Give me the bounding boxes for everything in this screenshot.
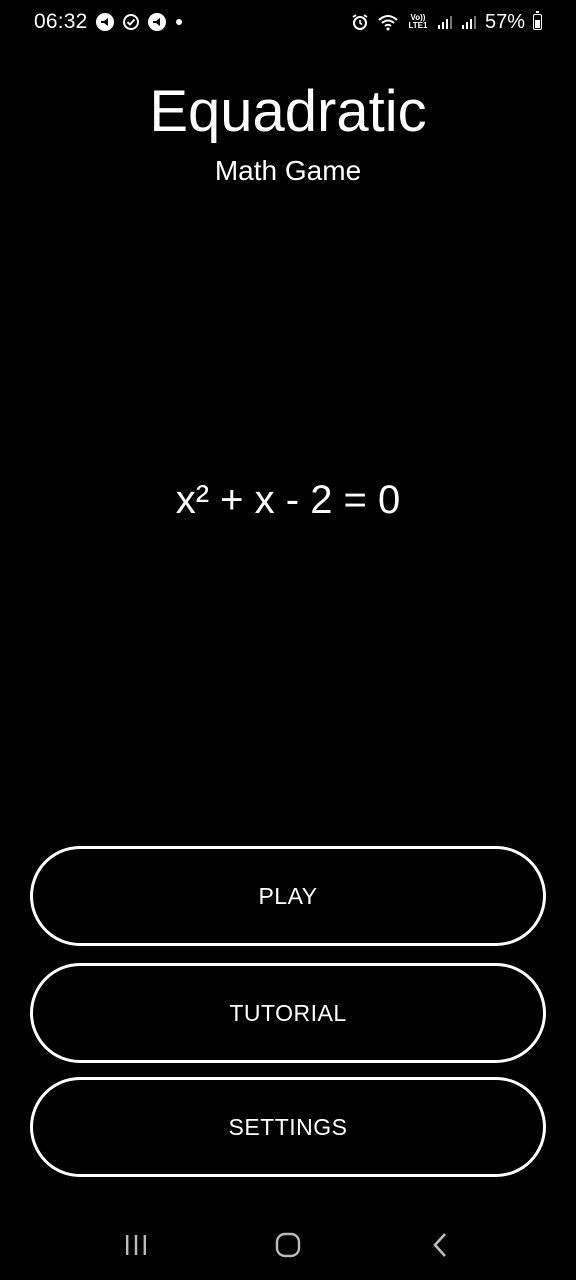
alarm-icon — [351, 13, 369, 31]
app-title: Equadratic — [149, 79, 427, 144]
battery-icon — [533, 11, 542, 30]
tutorial-button[interactable]: TUTORIAL — [30, 963, 546, 1063]
settings-button[interactable]: SETTINGS — [30, 1077, 546, 1177]
home-icon[interactable] — [258, 1215, 318, 1275]
notification-icon — [147, 13, 166, 31]
signal-icon — [437, 14, 453, 30]
status-left: 06:32 — [34, 10, 182, 34]
notification-icon — [95, 13, 114, 31]
system-nav-bar — [0, 1210, 576, 1280]
status-right: Vo)) LTE1 57% — [351, 11, 542, 34]
equation-display: x² + x - 2 = 0 — [175, 478, 401, 522]
wifi-icon — [377, 13, 399, 31]
check-circle-icon — [122, 13, 140, 31]
battery-percent: 57% — [484, 10, 525, 33]
app-screen: 06:32 Vo)) LTE1 57% Equadratic Math Game… — [0, 0, 576, 1280]
volte-label: Vo)) LTE1 — [408, 13, 428, 30]
signal-icon — [461, 14, 477, 30]
recent-apps-icon[interactable] — [106, 1215, 166, 1275]
status-time: 06:32 — [34, 10, 88, 33]
status-bar: 06:32 Vo)) LTE1 57% — [0, 0, 576, 44]
play-button[interactable]: PLAY — [30, 846, 546, 946]
back-icon[interactable] — [410, 1215, 470, 1275]
dot-icon — [175, 19, 182, 25]
app-subtitle: Math Game — [214, 155, 362, 186]
